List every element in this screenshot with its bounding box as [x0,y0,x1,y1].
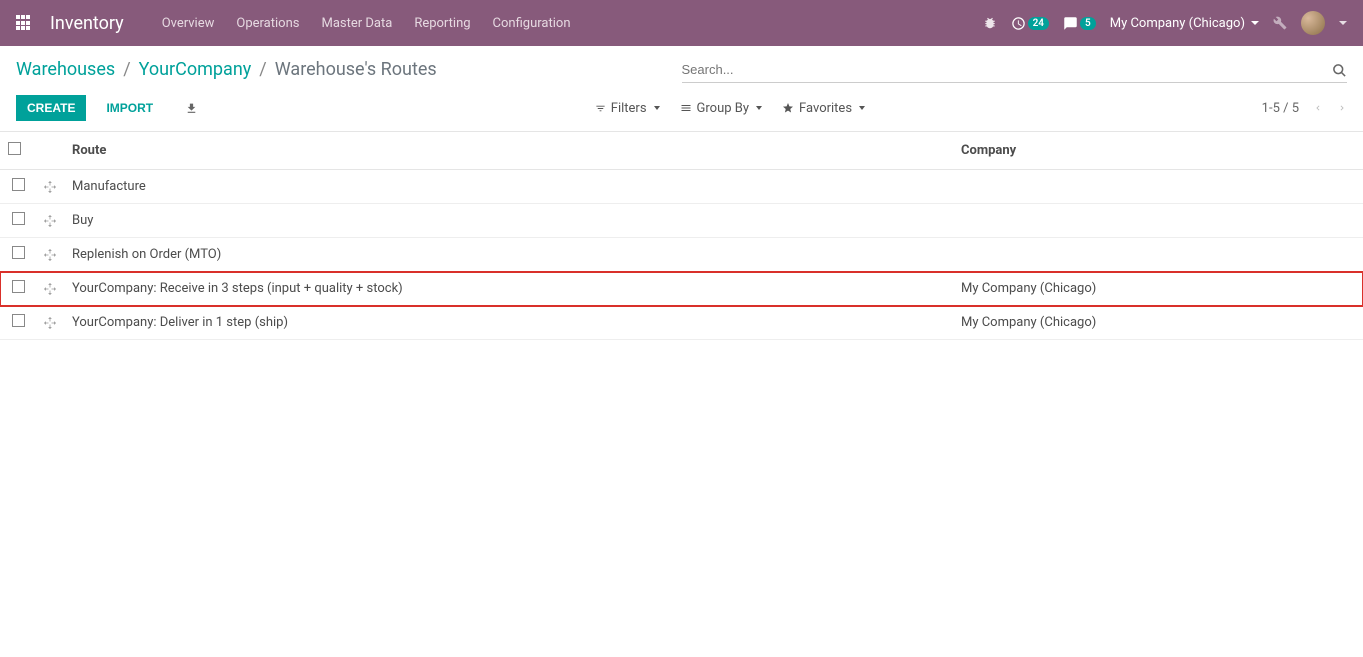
search-input[interactable] [682,62,1333,77]
control-panel: Warehouses / YourCompany / Warehouse's R… [0,46,1363,132]
routes-table: Route Company ManufactureBuyReplenish on… [0,132,1363,340]
company-cell: My Company (Chicago) [953,272,1363,306]
table-row[interactable]: Replenish on Order (MTO) [0,238,1363,272]
route-name-cell[interactable]: YourCompany: Receive in 3 steps (input +… [64,272,953,306]
menu-reporting[interactable]: Reporting [414,16,470,31]
row-checkbox[interactable] [12,280,25,293]
app-title: Inventory [50,13,124,34]
breadcrumb-warehouses[interactable]: Warehouses [16,59,115,80]
drag-handle-icon[interactable] [44,281,56,296]
table-row[interactable]: Manufacture [0,170,1363,204]
column-header-company[interactable]: Company [953,132,1363,170]
menu-overview[interactable]: Overview [162,16,215,31]
route-name-cell[interactable]: Replenish on Order (MTO) [64,238,953,272]
main-menu: Overview Operations Master Data Reportin… [162,16,571,31]
groupby-label: Group By [697,101,750,116]
breadcrumb: Warehouses / YourCompany / Warehouse's R… [16,59,682,80]
breadcrumb-separator: / [123,59,130,80]
activity-indicator[interactable]: 24 [1011,16,1049,31]
caret-down-icon [756,106,762,110]
caret-down-icon [859,106,865,110]
row-checkbox[interactable] [12,178,25,191]
create-button[interactable]: CREATE [16,95,86,121]
groupby-button[interactable]: Group By [680,101,763,116]
filters-button[interactable]: Filters [595,101,660,116]
company-cell [953,204,1363,238]
menu-master-data[interactable]: Master Data [321,16,392,31]
row-checkbox[interactable] [12,246,25,259]
bug-icon[interactable] [983,16,997,31]
pager-next-icon[interactable] [1337,100,1347,116]
drag-handle-icon[interactable] [44,247,56,262]
breadcrumb-current: Warehouse's Routes [275,59,437,80]
caret-down-icon [654,106,660,110]
user-avatar[interactable] [1301,11,1325,35]
breadcrumb-separator: / [259,59,266,80]
download-icon[interactable] [185,101,198,116]
apps-launcher-icon[interactable] [16,15,32,31]
menu-operations[interactable]: Operations [236,16,299,31]
favorites-label: Favorites [799,101,852,116]
caret-down-icon [1251,21,1259,25]
company-cell [953,170,1363,204]
row-checkbox[interactable] [12,314,25,327]
column-header-route[interactable]: Route [64,132,953,170]
search-icon[interactable] [1332,60,1347,78]
menu-configuration[interactable]: Configuration [493,16,571,31]
route-name-cell[interactable]: YourCompany: Deliver in 1 step (ship) [64,306,953,340]
drag-handle-icon[interactable] [44,315,56,330]
company-cell: My Company (Chicago) [953,306,1363,340]
row-checkbox[interactable] [12,212,25,225]
drag-handle-icon[interactable] [44,179,56,194]
route-name-cell[interactable]: Buy [64,204,953,238]
user-menu-caret-icon[interactable] [1339,21,1347,25]
company-selector[interactable]: My Company (Chicago) [1110,16,1259,31]
drag-handle-icon[interactable] [44,213,56,228]
favorites-button[interactable]: Favorites [782,101,865,116]
table-row[interactable]: YourCompany: Receive in 3 steps (input +… [0,272,1363,306]
table-row[interactable]: Buy [0,204,1363,238]
messaging-badge: 5 [1080,17,1096,30]
pager-text: 1-5 / 5 [1262,101,1299,116]
activity-badge: 24 [1028,17,1049,30]
settings-icon[interactable] [1273,16,1287,31]
select-all-checkbox[interactable] [8,142,21,155]
company-cell [953,238,1363,272]
search-bar[interactable] [682,56,1348,83]
filters-label: Filters [611,101,647,116]
table-row[interactable]: YourCompany: Deliver in 1 step (ship)My … [0,306,1363,340]
import-button[interactable]: IMPORT [98,95,161,121]
breadcrumb-yourcompany[interactable]: YourCompany [139,59,252,80]
route-name-cell[interactable]: Manufacture [64,170,953,204]
company-name: My Company (Chicago) [1110,16,1245,31]
top-navbar: Inventory Overview Operations Master Dat… [0,0,1363,46]
pager-prev-icon[interactable] [1313,100,1323,116]
messaging-indicator[interactable]: 5 [1063,16,1096,31]
